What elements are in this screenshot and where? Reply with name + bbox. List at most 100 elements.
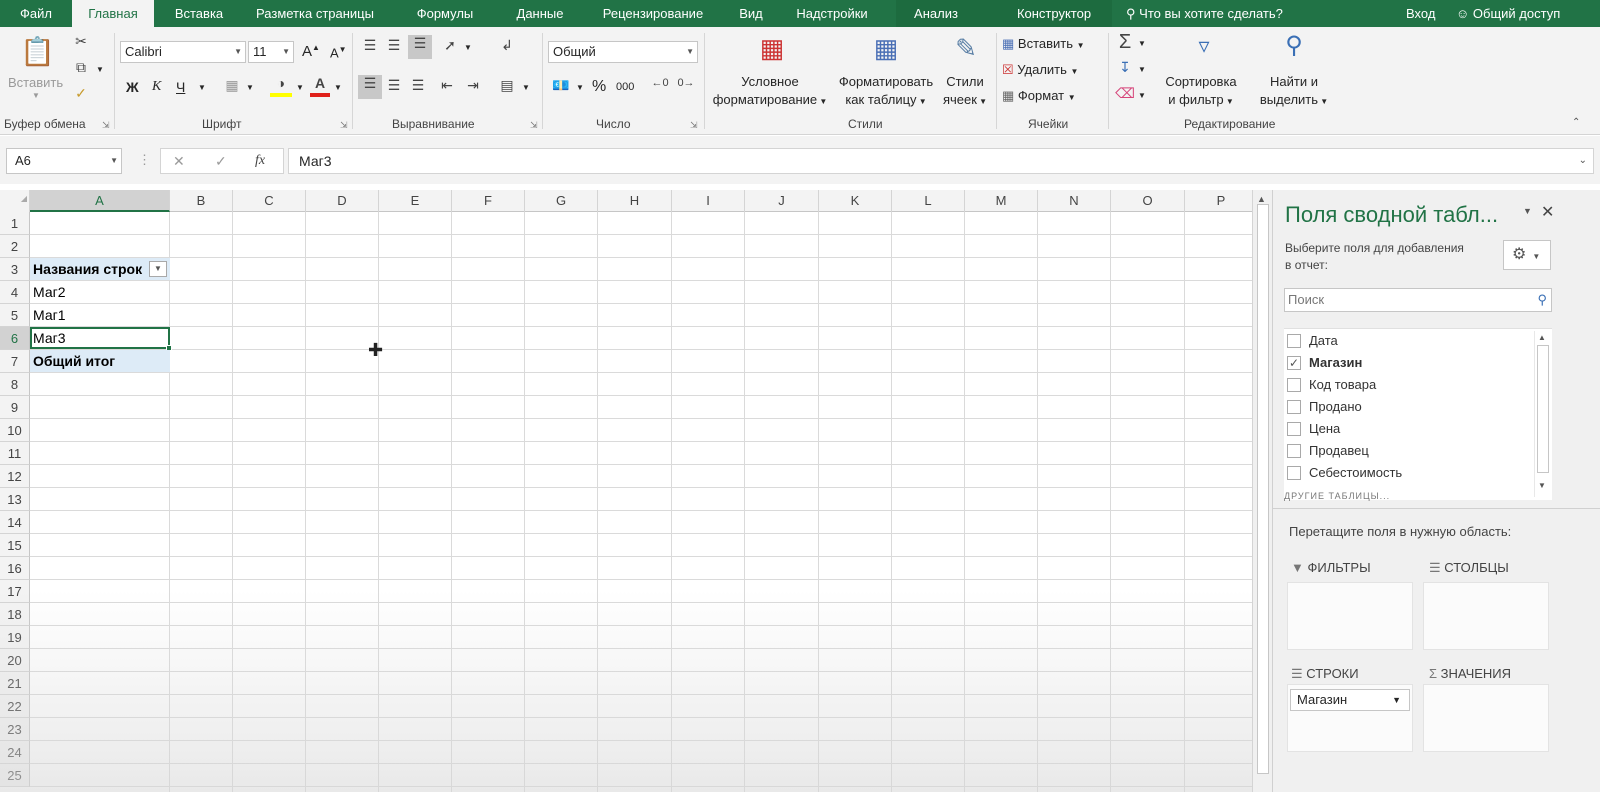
tab-data[interactable]: Данные [502,0,578,27]
format-painter-icon[interactable]: ✓ [70,85,92,102]
pane-settings-button[interactable]: ⚙ ▼ [1503,240,1551,270]
borders-dropdown-icon[interactable]: ▼ [246,83,254,92]
insert-function-button[interactable]: fx [255,153,265,169]
column-header-h[interactable]: H [598,190,672,212]
format-cells-button[interactable]: ▦ Формат ▼ [1002,88,1076,104]
row-header-24[interactable]: 24 [0,741,30,764]
field-checkbox-6[interactable] [1287,444,1301,458]
field-label-6[interactable]: Продавец [1309,441,1369,461]
row-header-25[interactable]: 25 [0,764,30,787]
clipboard-launcher-icon[interactable]: ⇲ [102,120,110,131]
fill-down-icon[interactable]: ↧ [1114,59,1136,76]
field-label-2[interactable]: Магазин [1309,353,1362,373]
column-header-m[interactable]: M [965,190,1038,212]
signin-link[interactable]: Вход [1406,0,1435,27]
row-header-6[interactable]: 6 [0,327,30,350]
font-size-select[interactable]: 11 ▼ [248,41,294,63]
align-center-icon[interactable]: ☰ [384,77,404,94]
tell-me-box[interactable]: ⚲ Что вы хотите сделать? [1126,0,1283,27]
merge-dropdown-icon[interactable]: ▼ [522,83,530,92]
row-header-22[interactable]: 22 [0,695,30,718]
column-header-l[interactable]: L [892,190,965,212]
field-label-3[interactable]: Код товара [1309,375,1376,395]
field-label-5[interactable]: Цена [1309,419,1340,439]
row-labels-filter-button[interactable]: ▼ [149,261,167,277]
rows-drop-area[interactable]: Магазин ▼ [1287,684,1413,752]
column-header-n[interactable]: N [1038,190,1111,212]
select-all-corner[interactable]: ◢ [0,190,30,212]
increase-indent-icon[interactable]: ⇥ [462,77,484,94]
collapse-ribbon-icon[interactable]: ⌃ [1572,117,1580,128]
align-bottom-icon[interactable]: ☰ [408,35,432,59]
align-right-icon[interactable]: ☰ [408,77,428,94]
field-label-4[interactable]: Продано [1309,397,1362,417]
row-header-14[interactable]: 14 [0,511,30,534]
shrink-font-button[interactable]: A▼ [330,45,347,60]
scroll-up-icon[interactable]: ▲ [1538,333,1546,342]
enter-icon[interactable]: ✓ [215,153,227,170]
tab-page-layout[interactable]: Разметка страницы [244,0,386,27]
bold-button[interactable]: Ж [126,79,139,95]
font-launcher-icon[interactable]: ⇲ [340,120,348,131]
font-name-select[interactable]: Calibri ▼ [120,41,246,63]
tab-file[interactable]: Файл [0,0,72,27]
field-label-7[interactable]: Себестоимость [1309,463,1402,483]
tab-review[interactable]: Рецензирование [590,0,716,27]
row-header-9[interactable]: 9 [0,396,30,419]
grow-font-button[interactable]: A▲ [302,43,320,60]
pane-options-icon[interactable]: ▼ [1523,206,1532,216]
cut-icon[interactable]: ✂ [70,33,92,50]
row-header-5[interactable]: 5 [0,304,30,327]
row-header-7[interactable]: 7 [0,350,30,373]
row-header-20[interactable]: 20 [0,649,30,672]
currency-dropdown-icon[interactable]: ▼ [576,83,584,92]
italic-button[interactable]: К [152,79,161,95]
copy-dropdown-icon[interactable]: ▼ [96,65,104,74]
row-header-3[interactable]: 3 [0,258,30,281]
column-header-i[interactable]: I [672,190,745,212]
scroll-thumb[interactable] [1257,204,1269,774]
align-left-icon[interactable]: ☰ [358,75,382,99]
cell-a6[interactable]: Маг3 [30,327,172,351]
underline-dropdown-icon[interactable]: ▼ [198,83,206,92]
scroll-up-icon[interactable]: ▲ [1257,194,1266,204]
number-launcher-icon[interactable]: ⇲ [690,120,698,131]
row-header-13[interactable]: 13 [0,488,30,511]
row-header-16[interactable]: 16 [0,557,30,580]
currency-icon[interactable]: 💶 [550,77,572,94]
wrap-text-icon[interactable]: ↲ [496,37,518,54]
find-select-button[interactable]: Найти и выделить ▼ [1252,73,1336,111]
row-header-2[interactable]: 2 [0,235,30,258]
formula-input[interactable]: Маг3 ⌄ [288,148,1594,174]
row-header-23[interactable]: 23 [0,718,30,741]
cell-a7[interactable]: Общий итог [30,350,170,372]
row-header-11[interactable]: 11 [0,442,30,465]
tab-formulas[interactable]: Формулы [402,0,488,27]
borders-icon[interactable]: ▦ [222,77,242,94]
chevron-down-icon[interactable]: ▼ [1392,690,1401,710]
column-header-g[interactable]: G [525,190,598,212]
merge-center-icon[interactable]: ▤ [496,77,518,94]
row-header-17[interactable]: 17 [0,580,30,603]
row-header-8[interactable]: 8 [0,373,30,396]
paste-icon[interactable]: 📋 [20,35,55,71]
thousands-button[interactable]: 000 [616,81,634,93]
row-header-10[interactable]: 10 [0,419,30,442]
percent-button[interactable]: % [592,78,606,96]
tab-view[interactable]: Вид [728,0,774,27]
column-header-b[interactable]: B [170,190,233,212]
autosum-icon[interactable]: Σ [1114,31,1136,54]
field-scroll-thumb[interactable] [1537,345,1549,473]
clear-icon[interactable]: ⌫ [1114,85,1136,102]
field-checkbox-3[interactable] [1287,378,1301,392]
alignment-launcher-icon[interactable]: ⇲ [530,120,538,131]
tab-insert[interactable]: Вставка [158,0,240,27]
insert-cells-button[interactable]: ▦ Вставить ▼ [1002,36,1085,52]
worksheet-grid[interactable]: ◢ ABCDEFGHIJKLMNOP 1 2 3 4 5 6 7 8 9 10 11 12 13 14 15… [0,190,1272,792]
scroll-down-icon[interactable]: ▼ [1538,481,1546,490]
values-drop-area[interactable] [1423,684,1549,752]
filters-drop-area[interactable] [1287,582,1413,650]
row-header-21[interactable]: 21 [0,672,30,695]
column-header-c[interactable]: C [233,190,306,212]
row-header-15[interactable]: 15 [0,534,30,557]
